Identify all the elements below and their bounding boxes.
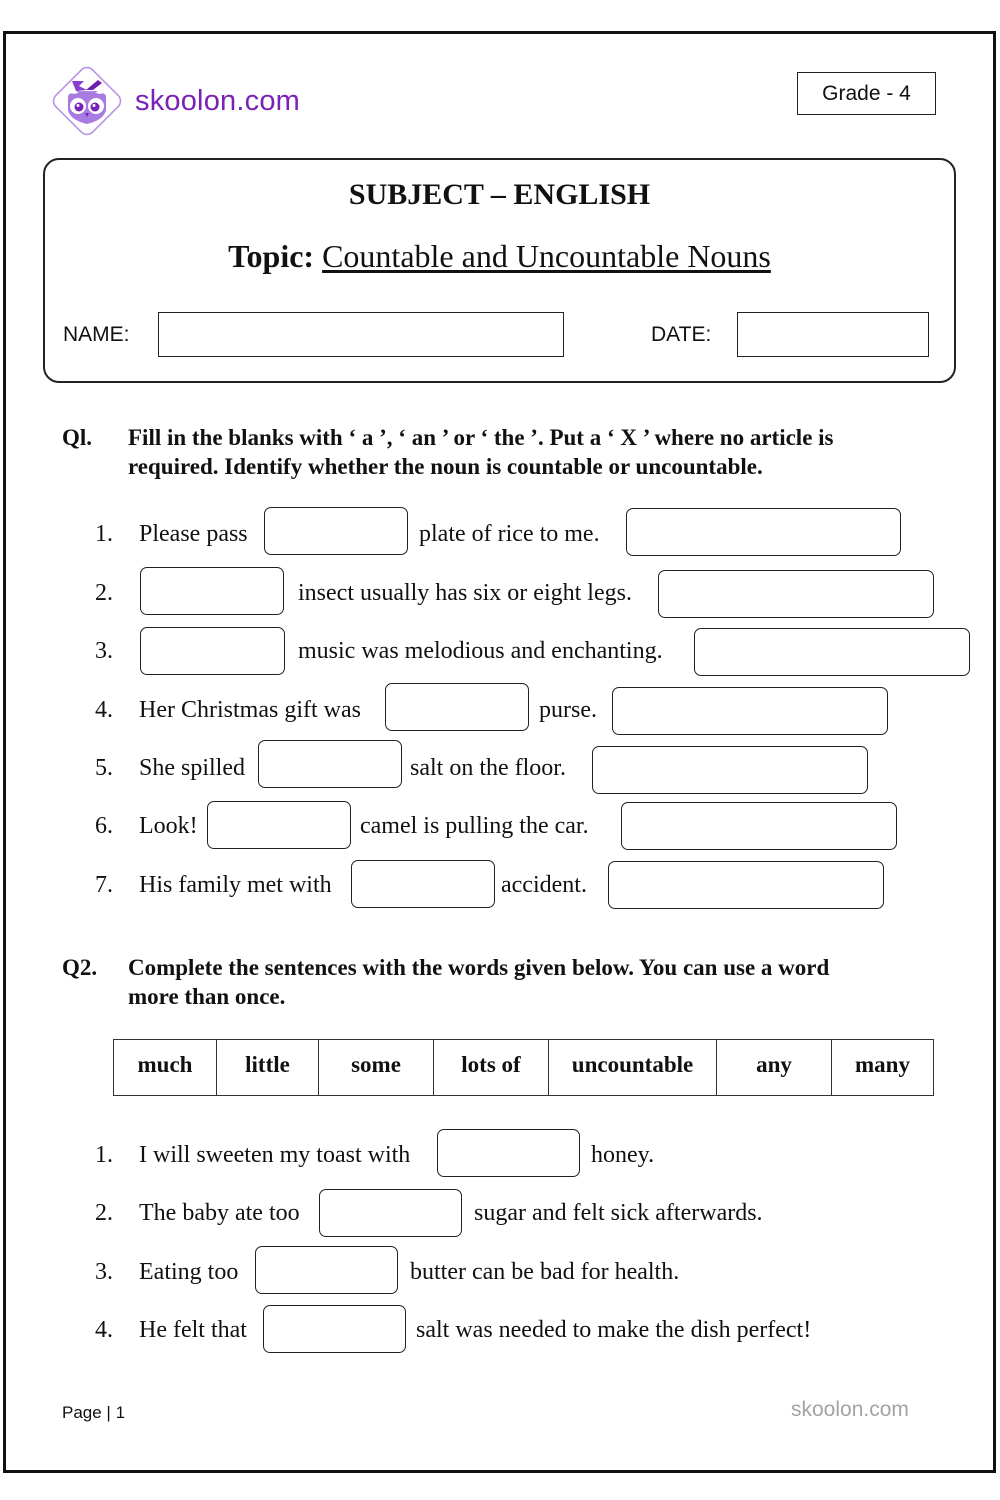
- sentence-before: I will sweeten my toast with: [139, 1142, 411, 1168]
- item-number: 6.: [95, 813, 113, 839]
- topic-line: Topic: Countable and Uncountable Nouns: [45, 238, 954, 275]
- sentence-after: salt on the floor.: [410, 755, 566, 781]
- item-number: 4.: [95, 1317, 113, 1343]
- item-number: 1.: [95, 521, 113, 547]
- question-instruction: Complete the sentences with the words gi…: [128, 953, 928, 1011]
- sentence-after: butter can be bad for health.: [410, 1259, 680, 1285]
- sentence-before: The baby ate too: [139, 1200, 300, 1226]
- item-number: 7.: [95, 872, 113, 898]
- item-number: 2.: [95, 1200, 113, 1226]
- word-blank[interactable]: [263, 1305, 406, 1353]
- instruction-line: more than once.: [128, 984, 286, 1009]
- date-label: DATE:: [651, 323, 712, 346]
- question-number: Ql.: [62, 425, 93, 450]
- sentence-before: His family met with: [139, 872, 332, 898]
- word-bank-cell: little: [216, 1039, 319, 1096]
- instruction-line: Fill in the blanks with ‘ a ’, ‘ an ’ or…: [128, 425, 834, 450]
- sentence-after: salt was needed to make the dish perfect…: [416, 1317, 812, 1343]
- sentence-after: honey.: [591, 1142, 655, 1168]
- subject-title: SUBJECT – ENGLISH: [348, 178, 651, 211]
- word-bank-cell: lots of: [433, 1039, 549, 1096]
- grade-badge: Grade - 4: [797, 72, 936, 115]
- article-blank[interactable]: [258, 740, 402, 788]
- noun-type-blank[interactable]: [626, 508, 901, 556]
- sentence-before: Please pass: [139, 521, 248, 547]
- sentence-after: purse.: [539, 697, 597, 723]
- noun-type-blank[interactable]: [658, 570, 934, 618]
- item-number: 3.: [95, 638, 113, 664]
- article-blank[interactable]: [385, 683, 529, 731]
- word-bank-cell: uncountable: [548, 1039, 717, 1096]
- word-bank-row: much little some lots of uncountable any…: [113, 1039, 934, 1096]
- sentence-after: insect usually has six or eight legs.: [298, 580, 632, 606]
- noun-type-blank[interactable]: [592, 746, 868, 794]
- item-number: 5.: [95, 755, 113, 781]
- name-label: NAME:: [63, 323, 130, 346]
- name-field[interactable]: [158, 312, 564, 357]
- article-blank[interactable]: [207, 801, 351, 849]
- sentence-after: music was melodious and enchanting.: [298, 638, 663, 664]
- word-blank[interactable]: [437, 1129, 580, 1177]
- item-number: 4.: [95, 697, 113, 723]
- item-number: 2.: [95, 580, 113, 606]
- word-bank-cell: much: [113, 1039, 217, 1096]
- noun-type-blank[interactable]: [612, 687, 888, 735]
- date-field[interactable]: [737, 312, 929, 357]
- page-number: Page | 1: [62, 1403, 126, 1422]
- question-instruction: Fill in the blanks with ‘ a ’, ‘ an ’ or…: [128, 423, 928, 481]
- article-blank[interactable]: [140, 627, 285, 675]
- sentence-before: Eating too: [139, 1259, 239, 1285]
- noun-type-blank[interactable]: [694, 628, 970, 676]
- sentence-before: Look!: [139, 813, 198, 839]
- word-bank-cell: some: [318, 1039, 434, 1096]
- article-blank[interactable]: [140, 567, 284, 615]
- word-bank-table: much little some lots of uncountable any…: [113, 1039, 934, 1096]
- instruction-line: Complete the sentences with the words gi…: [128, 955, 830, 980]
- sentence-before: He felt that: [139, 1317, 247, 1343]
- word-blank[interactable]: [319, 1189, 462, 1237]
- article-blank[interactable]: [264, 507, 408, 555]
- instruction-line: required. Identify whether the noun is c…: [128, 454, 763, 479]
- word-blank[interactable]: [255, 1246, 398, 1294]
- sentence-before: Her Christmas gift was: [139, 697, 361, 723]
- sentence-after: sugar and felt sick afterwards.: [474, 1200, 763, 1226]
- brand-logo: skoolon.com: [46, 60, 300, 142]
- worksheet-header: SUBJECT – ENGLISH Topic: Countable and U…: [43, 158, 956, 383]
- word-bank-cell: any: [716, 1039, 832, 1096]
- footer-site: skoolon.com: [791, 1398, 909, 1421]
- owl-logo-icon: [52, 66, 122, 136]
- article-blank[interactable]: [351, 860, 495, 908]
- topic-label: Topic:: [228, 238, 315, 274]
- item-number: 1.: [95, 1142, 113, 1168]
- word-bank-cell: many: [831, 1039, 934, 1096]
- sentence-after: accident.: [501, 872, 587, 898]
- question-number: Q2.: [62, 955, 98, 980]
- sentence-before: She spilled: [139, 755, 245, 781]
- sentence-after: plate of rice to me.: [419, 521, 600, 547]
- sentence-after: camel is pulling the car.: [360, 813, 589, 839]
- noun-type-blank[interactable]: [608, 861, 884, 909]
- brand-name: skoolon.com: [135, 84, 300, 117]
- noun-type-blank[interactable]: [621, 802, 897, 850]
- topic-value: Countable and Uncountable Nouns: [322, 238, 771, 274]
- item-number: 3.: [95, 1259, 113, 1285]
